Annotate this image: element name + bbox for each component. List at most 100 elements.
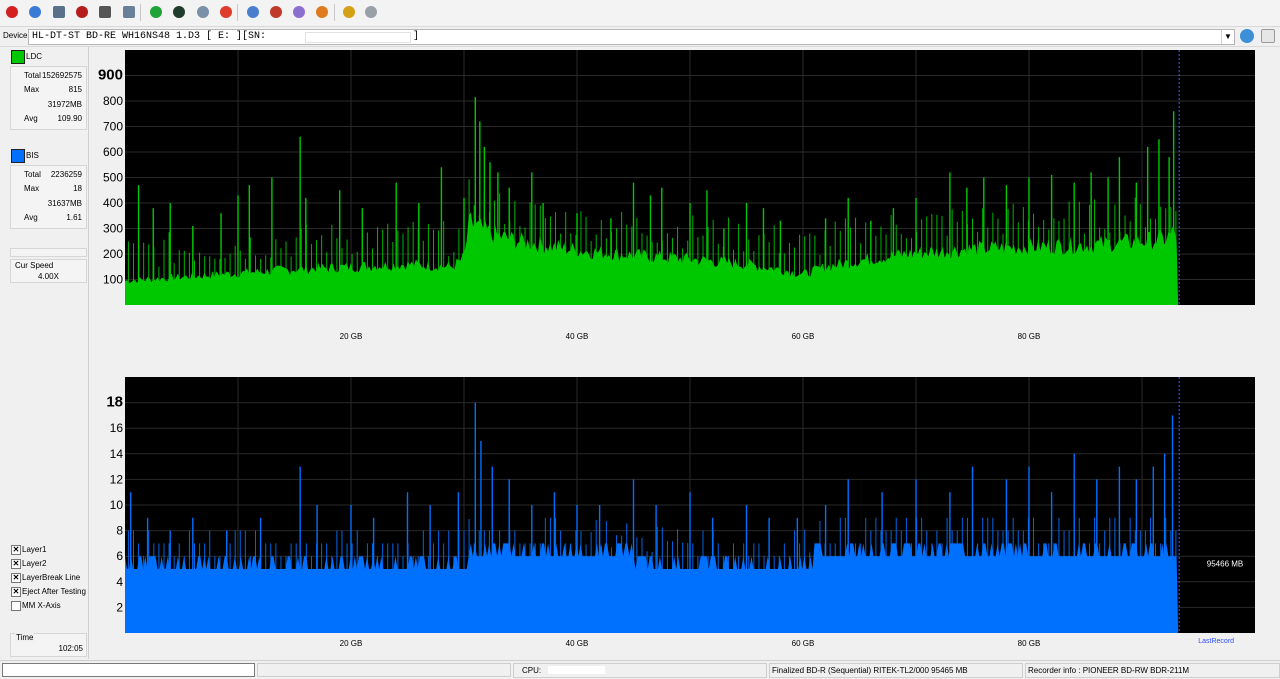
ldc-stat-row: Max 815 bbox=[11, 83, 86, 97]
refresh-icon[interactable] bbox=[147, 3, 165, 21]
x-tick-label: 80 GB bbox=[1018, 639, 1041, 648]
y-tick-label: 8 bbox=[116, 524, 123, 538]
x-tick-label: 80 GB bbox=[1018, 332, 1041, 341]
screenshot-icon[interactable] bbox=[290, 3, 308, 21]
y-tick-label: 2 bbox=[116, 600, 123, 614]
y-tick-label: 300 bbox=[103, 222, 123, 236]
chevron-down-icon[interactable]: ▼ bbox=[1221, 30, 1234, 44]
checkbox-box[interactable]: ✕ bbox=[11, 573, 21, 583]
disc-erase-icon[interactable] bbox=[73, 3, 91, 21]
globe-icon-glyph bbox=[173, 6, 185, 18]
y-tick-label: 4 bbox=[116, 575, 123, 589]
checkbox-box[interactable]: ✕ bbox=[11, 545, 21, 555]
serial-number-field bbox=[305, 32, 411, 43]
charts-svg: 100 200 300 400 500 600 700 800 900 20 GB 40 GB 60 … bbox=[98, 50, 1255, 648]
cpu-label: CPU: bbox=[522, 666, 542, 675]
ldc-stat-row: Avg 109.90 bbox=[11, 112, 86, 126]
ldc-stat-row: Total 152692575 bbox=[11, 69, 86, 83]
disc-icon[interactable] bbox=[96, 3, 114, 21]
drive-icon[interactable] bbox=[50, 3, 68, 21]
plot-area: 100 200 300 400 500 600 700 800 900 20 GB 40 GB 60 … bbox=[89, 47, 1280, 659]
checkbox-label: Layer1 bbox=[22, 545, 47, 554]
test-icon[interactable] bbox=[194, 3, 212, 21]
ldc-stat-row: 31972MB bbox=[11, 98, 86, 112]
device-refresh-icon[interactable] bbox=[1240, 29, 1254, 43]
stat-value: 18 bbox=[73, 184, 82, 193]
y-tick-label: 200 bbox=[103, 247, 123, 261]
stat-key: Max bbox=[24, 85, 40, 94]
chart-icon-glyph bbox=[343, 6, 355, 18]
disc-erase-icon-glyph bbox=[76, 6, 88, 18]
y-tick-label: 6 bbox=[116, 549, 123, 563]
stop-icon[interactable] bbox=[217, 3, 235, 21]
globe-icon[interactable] bbox=[170, 3, 188, 21]
power-icon[interactable] bbox=[3, 3, 21, 21]
stat-key: Total bbox=[24, 71, 41, 80]
save-icon[interactable] bbox=[267, 3, 285, 21]
disc-icon-glyph bbox=[99, 6, 111, 18]
checkbox-box[interactable]: ✕ bbox=[11, 587, 21, 597]
checkbox-label: Eject After Testing bbox=[22, 587, 86, 596]
y-tick-label: 400 bbox=[103, 196, 123, 210]
stats-panel: LDC Total 152692575 Max 815 31972MB Avg 109… bbox=[0, 47, 89, 659]
ldc-color-swatch[interactable] bbox=[11, 50, 25, 64]
y-tick-label: 700 bbox=[103, 120, 123, 134]
burn-icon-glyph bbox=[247, 6, 259, 18]
device-select[interactable]: HL-DT-ST BD-RE WH16NS48 1.D3 [ E: ][SN: … bbox=[28, 29, 1235, 45]
stat-value: 152692575 bbox=[41, 71, 82, 80]
progress-bar bbox=[10, 248, 87, 257]
refresh-icon-glyph bbox=[150, 6, 162, 18]
x-tick-label: 20 GB bbox=[340, 332, 363, 341]
screenshot-icon-glyph bbox=[293, 6, 305, 18]
ldc-legend-label: LDC bbox=[26, 52, 43, 61]
cur-speed-value: 4.00X bbox=[38, 272, 59, 281]
cur-speed-label: Cur Speed bbox=[15, 261, 54, 270]
bis-color-swatch[interactable] bbox=[11, 149, 25, 163]
bis-stat-row: 31637MB bbox=[11, 197, 86, 211]
chart-icon[interactable] bbox=[340, 3, 358, 21]
mb-annotation: 95466 MB bbox=[1207, 559, 1243, 568]
save-icon-glyph bbox=[270, 6, 282, 18]
device-name: HL-DT-ST BD-RE WH16NS48 1.D3 [ E: ][SN: bbox=[32, 31, 267, 42]
bis-stat-row: Max 18 bbox=[11, 182, 86, 196]
ldc-stats-box: Total 152692575 Max 815 31972MB Avg 109.90 bbox=[10, 66, 87, 130]
power-icon-glyph bbox=[6, 6, 18, 18]
y-tick-label: 600 bbox=[103, 145, 123, 159]
status-progress-field bbox=[2, 663, 255, 677]
y-tick-label: 500 bbox=[103, 171, 123, 185]
checkbox-box[interactable]: ✕ bbox=[11, 559, 21, 569]
record-icon[interactable] bbox=[313, 3, 331, 21]
stat-key: Avg bbox=[24, 114, 38, 123]
stat-value: 109.90 bbox=[57, 114, 82, 123]
status-recorder-info: Recorder info : PIONEER BD-RW BDR-211M bbox=[1025, 663, 1280, 678]
y-tick-label: 10 bbox=[110, 498, 124, 512]
stat-value: 1.61 bbox=[66, 213, 82, 222]
bis-legend-label: BIS bbox=[26, 151, 39, 160]
device-bar: Device: HL-DT-ST BD-RE WH16NS48 1.D3 [ E… bbox=[0, 27, 1280, 47]
y-tick-label: 14 bbox=[110, 447, 124, 461]
status-disc-info: Finalized BD-R (Sequential) RITEK-TL2/00… bbox=[769, 663, 1023, 678]
disc-info-text: Finalized BD-R (Sequential) RITEK-TL2/00… bbox=[772, 666, 968, 675]
status-cpu: CPU: bbox=[513, 663, 767, 678]
stat-value: 2236259 bbox=[50, 170, 82, 179]
pin-icon[interactable] bbox=[362, 3, 380, 21]
eject-icon[interactable] bbox=[120, 3, 138, 21]
checkbox-label: LayerBreak Line bbox=[22, 573, 81, 582]
time-box: Time 102:05 bbox=[10, 633, 87, 657]
x-tick-label: 60 GB bbox=[792, 639, 815, 648]
time-value: 102:05 bbox=[58, 644, 83, 653]
config-icon[interactable] bbox=[26, 3, 44, 21]
cpu-meter bbox=[548, 666, 605, 674]
checkbox-box[interactable] bbox=[11, 601, 21, 611]
burn-icon[interactable] bbox=[244, 3, 262, 21]
x-tick-label: 20 GB bbox=[340, 639, 363, 648]
device-value: HL-DT-ST BD-RE WH16NS48 1.D3 [ E: ][SN: bbox=[32, 31, 266, 42]
recorder-info-text: Recorder info : PIONEER BD-RW BDR-211M bbox=[1028, 666, 1190, 675]
x-tick-label: 40 GB bbox=[566, 332, 589, 341]
device-label: Device: bbox=[3, 31, 30, 40]
stat-value: 31972MB bbox=[47, 100, 82, 109]
device-info-icon[interactable] bbox=[1261, 29, 1275, 43]
record-icon-glyph bbox=[316, 6, 328, 18]
device-suffix: ] bbox=[413, 31, 420, 42]
stat-value: 815 bbox=[68, 85, 82, 94]
